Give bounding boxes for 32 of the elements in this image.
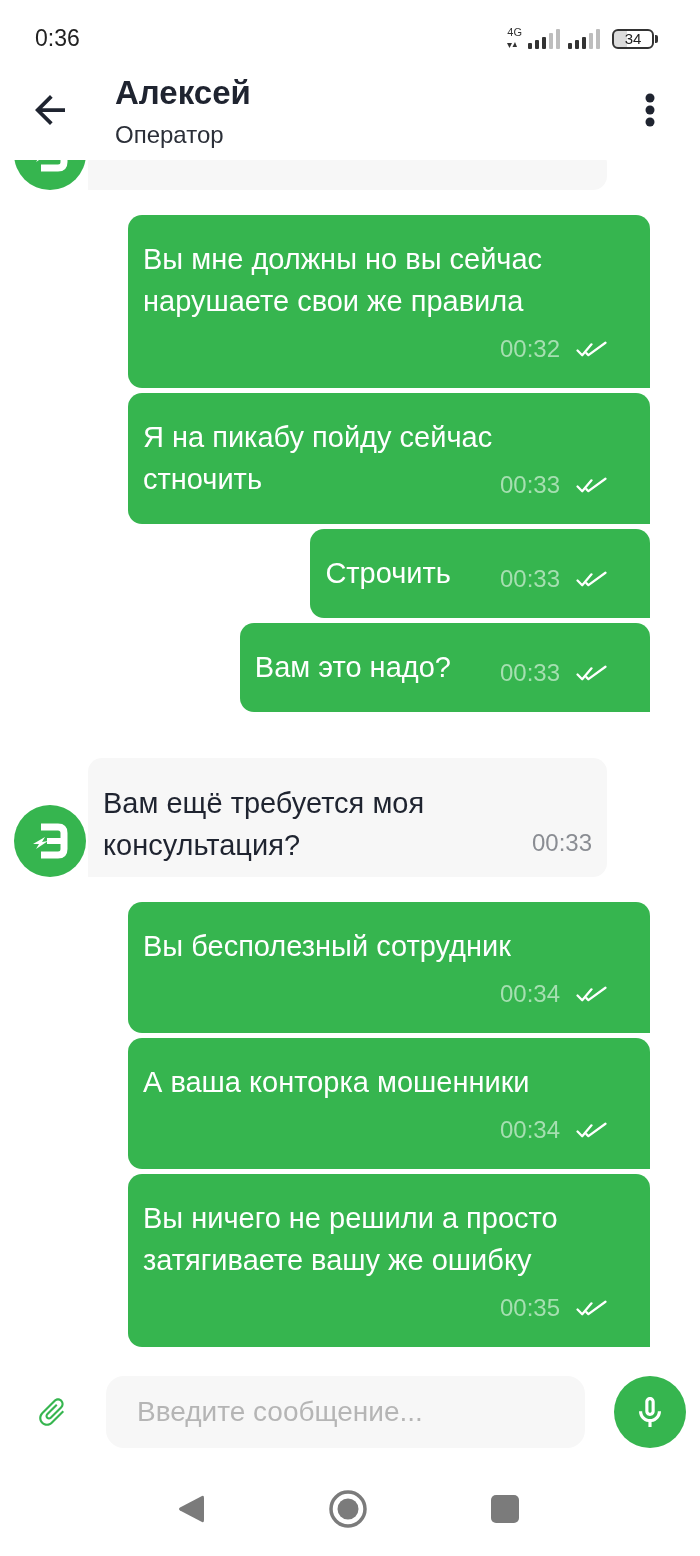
- back-arrow-icon: [35, 95, 65, 125]
- signal-bars-icon: [528, 28, 560, 49]
- message-text: Строчить: [325, 557, 451, 589]
- message-time: 00:32: [499, 334, 560, 364]
- message-text: Я на пикабу пойду сейчас стночить: [143, 421, 493, 495]
- message-time: 00:33: [499, 658, 560, 688]
- nav-home-ring-icon: [328, 1490, 367, 1528]
- message-text: Вы бесполезный сотрудник: [143, 930, 511, 962]
- microphone-icon: [639, 1397, 661, 1427]
- message-input[interactable]: Введите сообщение...: [106, 1376, 585, 1448]
- message-time: 00:33: [499, 470, 560, 500]
- message-time: 00:34: [499, 1115, 560, 1145]
- network-type-label: 4G: [507, 26, 522, 38]
- kebab-menu-icon: [645, 93, 655, 127]
- signal-bars-icon: [568, 28, 600, 49]
- message-time: 00:33: [499, 564, 560, 594]
- contact-name: Алексей: [115, 75, 251, 111]
- nav-square-icon: [490, 1495, 519, 1523]
- message-text: Вы мне должны но вы сейчас нарушаете свои же правила: [143, 243, 543, 317]
- message-text: Вам ещё требуется моя консультация?: [103, 787, 425, 861]
- data-arrows-icon: [507, 40, 518, 49]
- bolt-logo-avatar-icon: [14, 805, 86, 877]
- message-time: 00:33: [531, 828, 592, 858]
- status-time: 0:36: [35, 23, 80, 52]
- message-text: А ваша конторка мошенники: [143, 1066, 530, 1098]
- message-text: Вы ничего не решили а просто затягиваете вашу же ошибку: [143, 1202, 558, 1276]
- message-time: 00:35: [499, 1293, 560, 1323]
- battery-indicator: 34: [612, 28, 658, 49]
- message-time: 00:34: [499, 979, 560, 1009]
- message-text: Вам это надо?: [254, 651, 451, 683]
- contact-role: Оператор: [115, 121, 225, 149]
- nav-back-triangle-icon: [177, 1494, 204, 1524]
